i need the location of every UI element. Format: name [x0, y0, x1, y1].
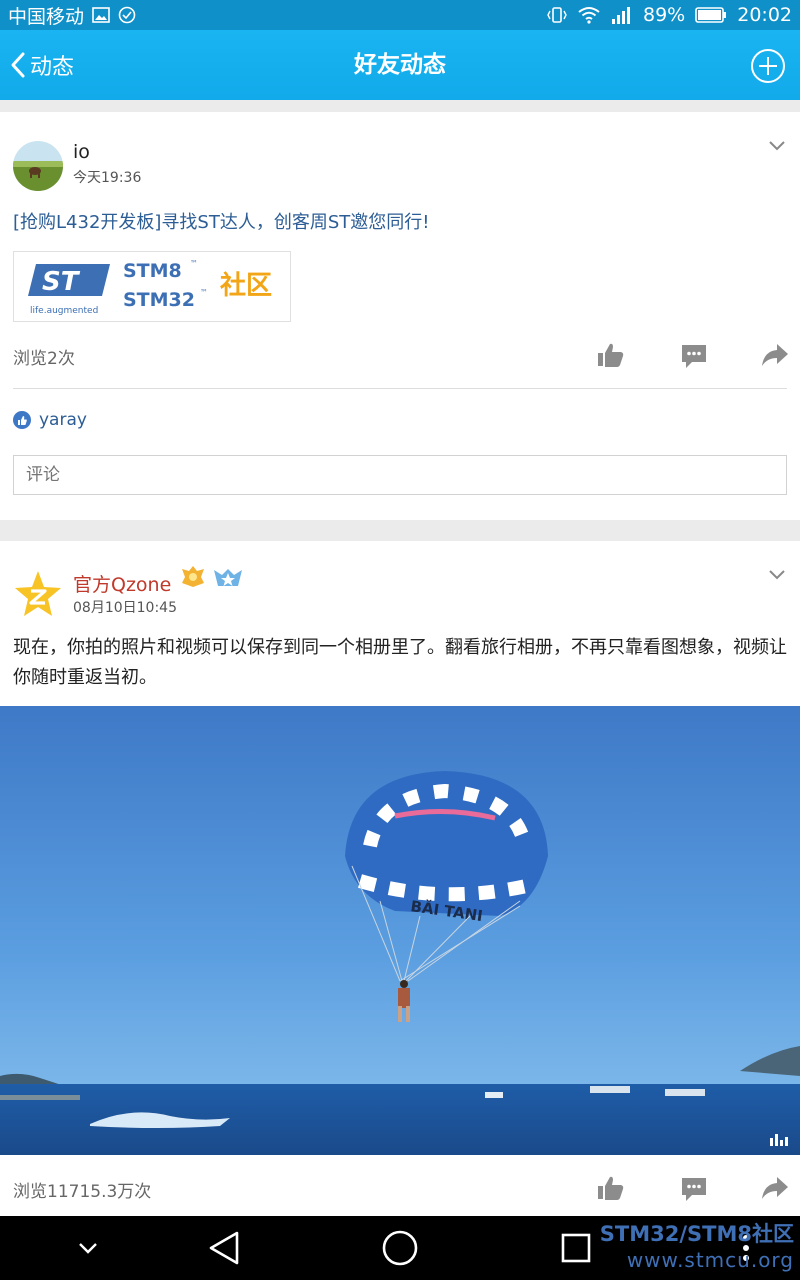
chevron-down-icon: [79, 1243, 97, 1254]
comment-icon[interactable]: [680, 1176, 708, 1202]
nav-menu-button[interactable]: [734, 1216, 758, 1280]
clock: 20:02: [737, 4, 792, 26]
signal-icon: [611, 6, 633, 24]
divider: [13, 388, 787, 389]
comment-icon[interactable]: [680, 343, 708, 369]
st-tm2: ™: [200, 288, 208, 297]
feed-post: io 今天19:36 [抢购L432开发板]寻找ST达人，创客周ST邀您同行! …: [0, 112, 800, 520]
liked-by: yaray: [13, 410, 87, 430]
st-brand: ST: [42, 267, 81, 297]
page-title: 好友动态: [354, 52, 446, 78]
st-tagline: life.augmented: [30, 306, 98, 316]
nav-home-icon: [382, 1230, 418, 1266]
author-name[interactable]: io: [73, 141, 90, 163]
thumbs-up-icon[interactable]: [597, 1175, 625, 1201]
nav-recent-icon: [561, 1233, 591, 1263]
chevron-down-icon[interactable]: [768, 569, 786, 581]
app-header: 动态 好友动态: [0, 30, 800, 100]
st-line2: STM32: [123, 289, 195, 311]
plus-icon[interactable]: [750, 48, 786, 84]
share-icon[interactable]: [761, 1175, 789, 1201]
st-tm1: ™: [190, 259, 198, 268]
parasailing-video-image: BĂI TANI: [0, 706, 800, 1155]
like-badge-icon: [13, 411, 31, 429]
comment-input[interactable]: [13, 455, 787, 495]
nav-collapse-button[interactable]: [68, 1216, 108, 1280]
battery-icon: [695, 7, 727, 23]
nav-home-button[interactable]: [378, 1216, 422, 1280]
vip-badge-icon: [214, 569, 242, 586]
link-thumbnail[interactable]: ST life.augmented STM8 ™ STM32 ™ 社区: [13, 251, 291, 322]
app-notification-icon: [118, 6, 136, 24]
wifi-icon: [577, 6, 601, 24]
post-link[interactable]: [抢购L432开发板]寻找ST达人，创客周ST邀您同行!: [13, 208, 430, 234]
avatar[interactable]: [13, 141, 63, 191]
chevron-down-icon[interactable]: [768, 140, 786, 152]
system-nav-bar: [0, 1216, 800, 1280]
share-icon[interactable]: [761, 342, 789, 368]
view-count: 浏览11715.3万次: [13, 1182, 152, 1202]
carrier-label: 中国移动: [8, 5, 85, 28]
view-count: 浏览2次: [13, 349, 75, 369]
avatar[interactable]: [13, 569, 63, 619]
crown-badge-icon: [182, 566, 204, 587]
liker-name[interactable]: yaray: [39, 410, 87, 430]
st-community: 社区: [220, 270, 272, 301]
post-time: 08月10日10:45: [73, 600, 177, 616]
feed-post: 官方Qzone 08月10日10:45 现在，你拍的照片和视频可以保存到同一个相…: [0, 541, 800, 1216]
video-thumbnail[interactable]: BĂI TANI: [0, 706, 800, 1155]
nav-recent-button[interactable]: [556, 1216, 596, 1280]
st-line1: STM8: [123, 260, 182, 282]
battery-percent: 89%: [643, 4, 686, 26]
st-logo-image: ST life.augmented STM8 ™ STM32 ™ 社区: [28, 259, 272, 316]
gallery-notification-icon: [92, 7, 110, 23]
author-name[interactable]: 官方Qzone: [73, 570, 171, 597]
status-bar: 中国移动 89% 20:02: [0, 0, 800, 30]
more-vertical-icon: [743, 1235, 749, 1261]
nav-back-icon: [209, 1231, 239, 1265]
nav-back-button[interactable]: [202, 1216, 246, 1280]
thumbs-up-icon[interactable]: [597, 342, 625, 368]
post-time: 今天19:36: [73, 170, 142, 186]
vibrate-icon: [547, 5, 567, 25]
post-text: 现在，你拍的照片和视频可以保存到同一个相册里了。翻看旅行相册，不再只靠看图想象，…: [13, 637, 787, 688]
